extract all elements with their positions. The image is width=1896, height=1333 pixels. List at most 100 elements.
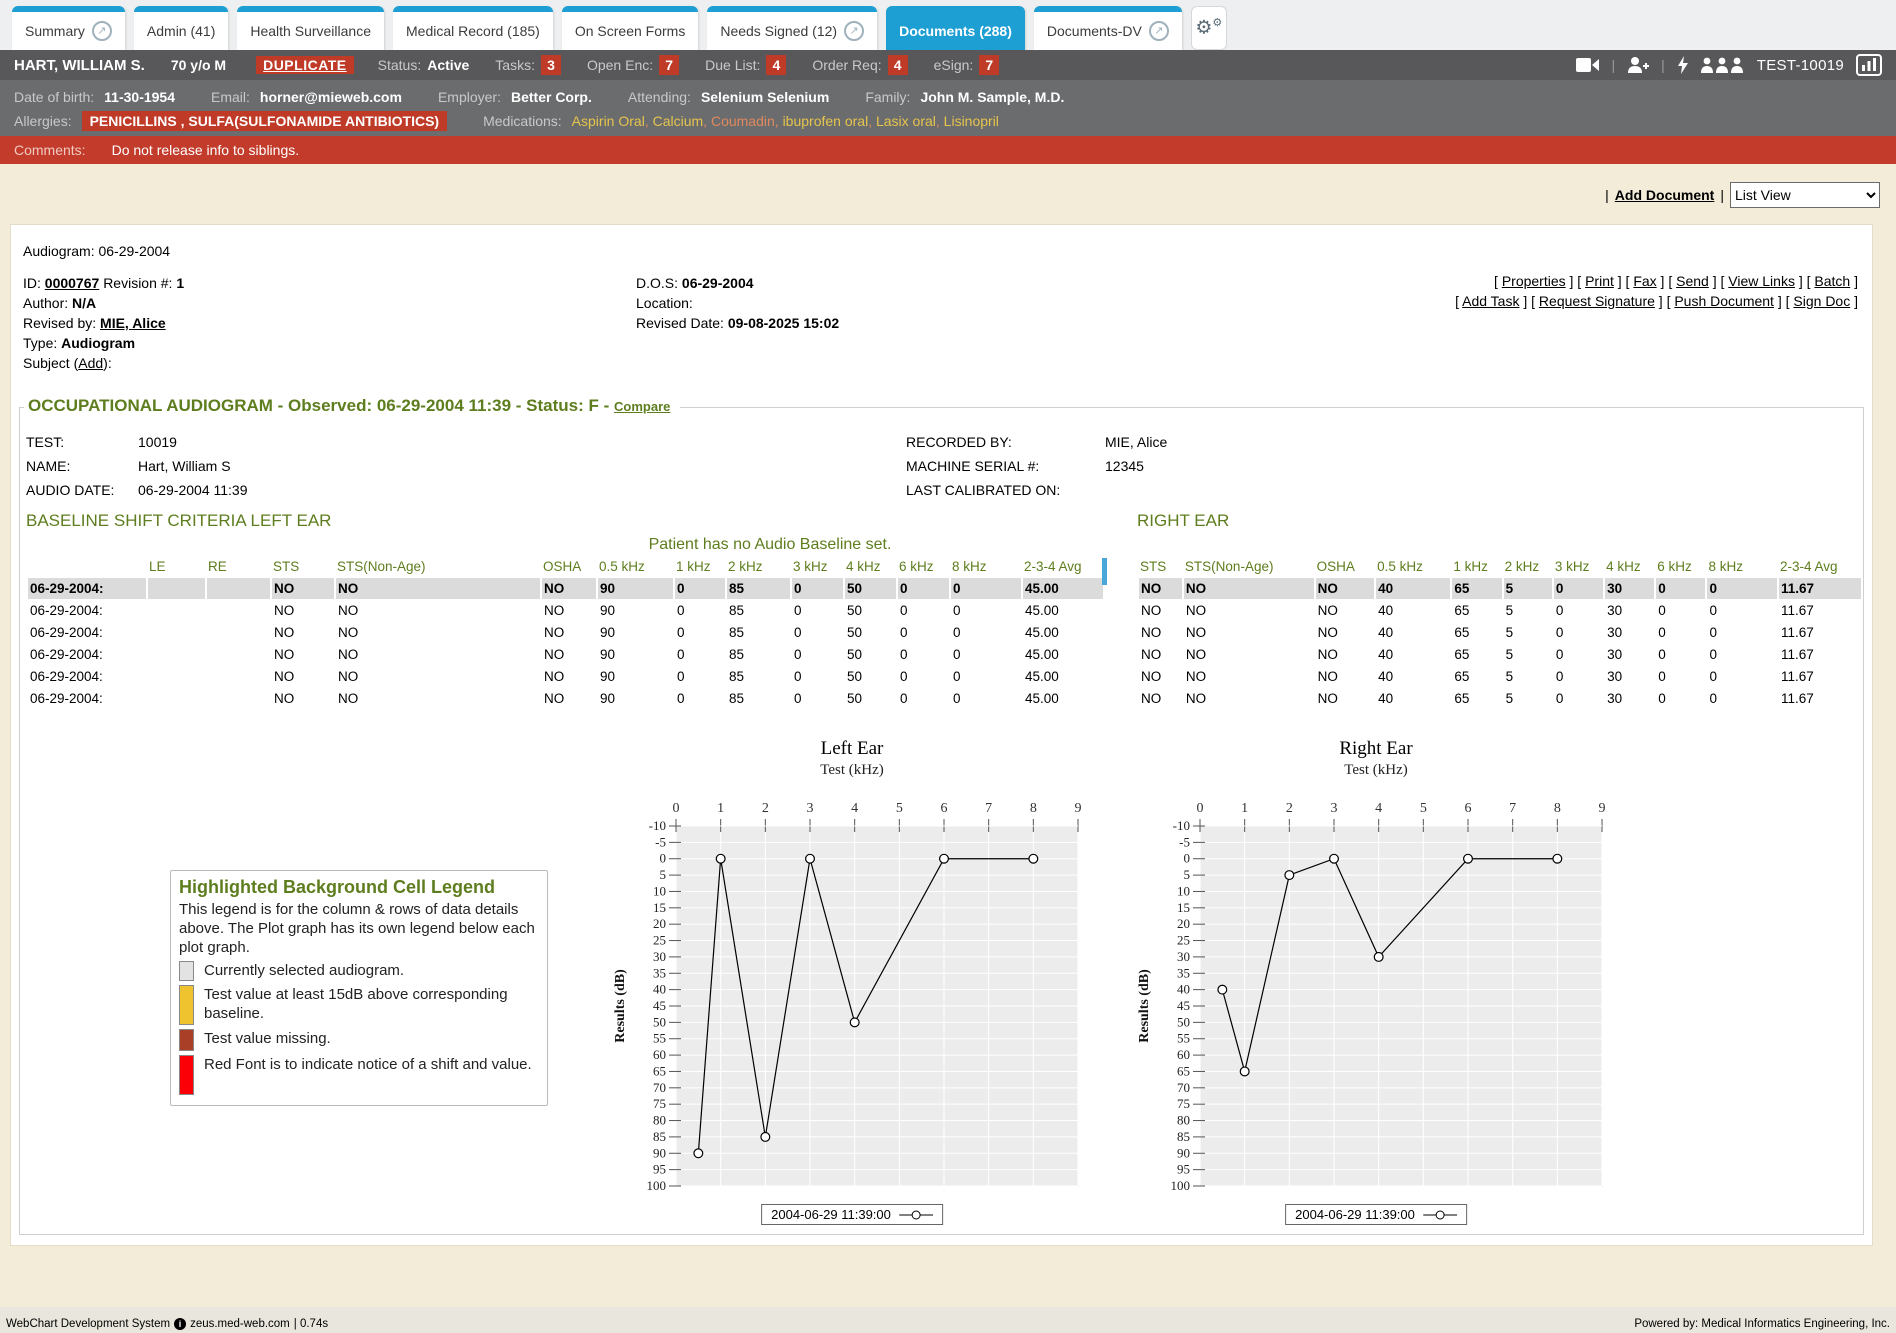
audiogram-cell: 40 xyxy=(1376,600,1450,621)
audiogram-cell: NO xyxy=(336,644,540,665)
column-header: 0.5 kHz xyxy=(598,557,673,577)
medication-item[interactable]: Calcium xyxy=(653,113,704,129)
audiogram-cell: 65 xyxy=(1452,578,1501,599)
column-header: OSHA xyxy=(542,557,596,577)
document-id-link[interactable]: 0000767 xyxy=(45,275,100,291)
tab-documents-dv[interactable]: Documents-DV↗ xyxy=(1034,6,1182,50)
audiogram-cell: 06-29-2004: xyxy=(28,578,146,599)
chart-series-legend: 2004-06-29 11:39:00 xyxy=(1285,1204,1467,1225)
audiogram-cell: 0 xyxy=(1656,666,1705,687)
tab-admin-41[interactable]: Admin (41) xyxy=(134,6,228,50)
add-document-link[interactable]: Add Document xyxy=(1615,187,1715,203)
fax-link[interactable]: Fax xyxy=(1633,273,1656,289)
audiogram-cell: 65 xyxy=(1452,600,1501,621)
tab-documents-288[interactable]: Documents (288) xyxy=(886,6,1025,50)
svg-text:35: 35 xyxy=(653,965,666,980)
audiogram-cell xyxy=(148,644,205,665)
medication-item[interactable]: Lisinopril xyxy=(944,113,999,129)
medication-item[interactable]: Lasix oral xyxy=(876,113,936,129)
audiogram-cell: 45.00 xyxy=(1023,688,1103,709)
bracketed-link: [ Send ] xyxy=(1668,273,1716,289)
send-link[interactable]: Send xyxy=(1676,273,1709,289)
chart-series-legend: 2004-06-29 11:39:00 xyxy=(761,1204,943,1225)
column-header: 3 kHz xyxy=(792,557,843,577)
audiogram-cell xyxy=(148,600,205,621)
audiogram-cell xyxy=(148,578,205,599)
audiogram-cell: 06-29-2004: xyxy=(28,666,146,687)
audiogram-cell: 0 xyxy=(1707,666,1777,687)
tab-summary[interactable]: Summary↗ xyxy=(12,6,125,50)
dob-value: 11-30-1954 xyxy=(104,89,175,105)
audiogram-cell: 0 xyxy=(792,578,843,599)
compare-link[interactable]: Compare xyxy=(614,399,670,414)
tasks-count-badge[interactable]: 3 xyxy=(541,55,561,75)
due-list-count-badge[interactable]: 4 xyxy=(766,55,786,75)
add-person-icon[interactable] xyxy=(1627,56,1649,74)
audiogram-cell: 30 xyxy=(1605,622,1654,643)
open-enc-count-badge[interactable]: 7 xyxy=(659,55,679,75)
separator: | xyxy=(1720,187,1724,203)
audiogram-cell: 45.00 xyxy=(1023,578,1103,599)
column-header: 2-3-4 Avg xyxy=(1023,557,1103,577)
tab-needs-signed-12[interactable]: Needs Signed (12)↗ xyxy=(707,6,877,50)
print-link[interactable]: Print xyxy=(1585,273,1614,289)
subject-add-link[interactable]: Add xyxy=(78,355,103,371)
audiogram-cell: 0 xyxy=(1656,578,1705,599)
batch-link[interactable]: Batch xyxy=(1814,273,1850,289)
tab-on-screen-forms[interactable]: On Screen Forms xyxy=(562,6,698,50)
lightning-icon[interactable] xyxy=(1677,56,1689,74)
medication-name: Lisinopril xyxy=(944,113,999,129)
audiogram-cell: 0 xyxy=(1707,600,1777,621)
audiogram-cell: 11.67 xyxy=(1779,688,1861,709)
settings-button[interactable]: ⚙⚙ xyxy=(1191,6,1227,50)
video-call-icon[interactable] xyxy=(1576,57,1600,73)
audiogram-cell: 11.67 xyxy=(1779,666,1861,687)
esign-count-badge[interactable]: 7 xyxy=(979,55,999,75)
chart-icon[interactable] xyxy=(1856,54,1882,76)
tab-health-surveillance[interactable]: Health Surveillance xyxy=(237,6,384,50)
allergies-badge[interactable]: PENICILLINS , SULFA(SULFONAMIDE ANTIBIOT… xyxy=(82,111,447,131)
care-team-icon[interactable] xyxy=(1701,57,1745,73)
svg-text:40: 40 xyxy=(653,982,666,997)
view-mode-select[interactable]: List View xyxy=(1730,182,1880,208)
audiogram-cell: 0 xyxy=(898,600,949,621)
properties-link[interactable]: Properties xyxy=(1502,273,1566,289)
patient-age-sex: 70 y/o M xyxy=(171,57,226,73)
svg-text:5: 5 xyxy=(1420,801,1427,816)
add-task-link[interactable]: Add Task xyxy=(1462,293,1519,309)
external-link-icon[interactable]: ↗ xyxy=(1149,21,1169,41)
medication-item[interactable]: Coumadin xyxy=(711,113,775,129)
sign-doc-link[interactable]: Sign Doc xyxy=(1793,293,1850,309)
tab-label: On Screen Forms xyxy=(575,23,685,39)
audiogram-cell: 50 xyxy=(845,622,896,643)
audiogram-cell: 30 xyxy=(1605,644,1654,665)
revised-by-link[interactable]: MIE, Alice xyxy=(100,315,166,331)
tab-medical-record-185[interactable]: Medical Record (185) xyxy=(393,6,553,50)
bracketed-link: [ Push Document ] xyxy=(1667,293,1782,309)
audiogram-cell: 0 xyxy=(1554,666,1603,687)
audiogram-cell: NO xyxy=(542,622,596,643)
audiogram-cell: NO xyxy=(1184,622,1314,643)
svg-text:90: 90 xyxy=(653,1145,666,1160)
view-links-link[interactable]: View Links xyxy=(1728,273,1795,289)
audiogram-cell: 11.67 xyxy=(1779,600,1861,621)
bracketed-link: [ Sign Doc ] xyxy=(1786,293,1858,309)
audiogram-cell: NO xyxy=(1184,688,1314,709)
duplicate-badge[interactable]: DUPLICATE xyxy=(256,56,354,74)
info-icon[interactable]: i xyxy=(174,1318,186,1330)
audiogram-cell: 0 xyxy=(675,666,725,687)
medication-item[interactable]: ibuprofen oral xyxy=(783,113,869,129)
svg-text:60: 60 xyxy=(1177,1047,1190,1062)
revision-value: 1 xyxy=(176,275,184,291)
right-ear-table: STSSTS(Non-Age)OSHA0.5 kHz1 kHz2 kHz3 kH… xyxy=(1137,556,1863,710)
svg-text:45: 45 xyxy=(1177,998,1190,1013)
external-link-icon[interactable]: ↗ xyxy=(844,21,864,41)
external-link-icon[interactable]: ↗ xyxy=(92,21,112,41)
medication-item[interactable]: Aspirin Oral xyxy=(572,113,645,129)
request-signature-link[interactable]: Request Signature xyxy=(1539,293,1655,309)
order-req-count-badge[interactable]: 4 xyxy=(888,55,908,75)
bracketed-link: [ Batch ] xyxy=(1807,273,1858,289)
cell-legend-item: Currently selected audiogram. xyxy=(179,961,537,981)
push-document-link[interactable]: Push Document xyxy=(1674,293,1774,309)
audiogram-cell: 30 xyxy=(1605,688,1654,709)
